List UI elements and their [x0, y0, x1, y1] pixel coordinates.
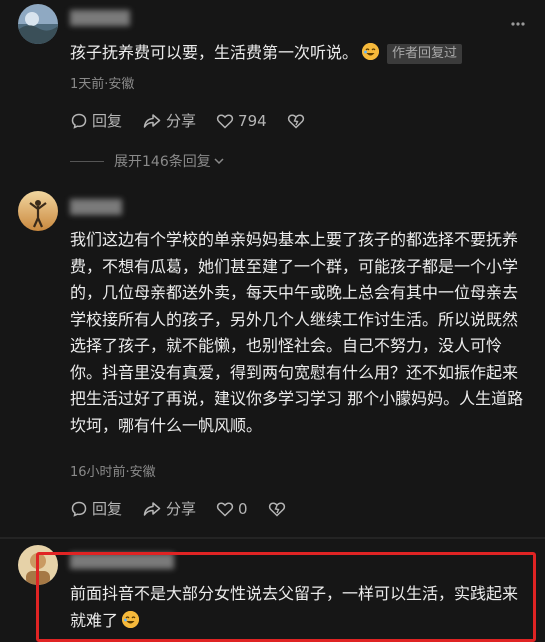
dislike-button[interactable] [268, 500, 290, 518]
comment-actions: 回复 分享 0 [70, 498, 310, 519]
comment-text-body: 孩子抚养费可以要，生活费第一次听说。 [70, 43, 359, 62]
divider-line [70, 160, 104, 162]
share-button[interactable]: 分享 [142, 110, 196, 131]
emoji-icon [122, 610, 140, 628]
reply-button[interactable]: 回复 [70, 498, 122, 519]
comment-meta: 16小时前·安徽 [70, 465, 156, 480]
more-icon[interactable] [511, 10, 525, 31]
username-blurred[interactable] [70, 199, 122, 215]
like-button[interactable]: 0 [216, 500, 248, 518]
share-button[interactable]: 分享 [142, 498, 196, 519]
comment-actions: 回复 分享 794 [70, 110, 329, 131]
dislike-icon [268, 501, 285, 517]
comment-text: 孩子抚养费可以要，生活费第一次听说。 作者回复过 [70, 40, 530, 67]
like-count: 0 [238, 499, 248, 518]
dislike-icon [287, 113, 304, 129]
reply-icon [71, 501, 87, 517]
expand-label: 展开146条回复 [114, 154, 211, 170]
reply-button[interactable]: 回复 [70, 110, 122, 131]
comment-meta: 1天前·安徽 [70, 77, 135, 92]
like-icon [216, 113, 234, 129]
comment-text: 我们这边有个学校的单亲妈妈基本上要了孩子的都选择不要抚养费，不想有瓜葛，她们甚至… [70, 230, 524, 435]
share-label: 分享 [166, 112, 197, 130]
share-label: 分享 [166, 500, 197, 518]
reply-label: 回复 [92, 500, 123, 518]
chevron-down-icon [214, 158, 224, 165]
like-button[interactable]: 794 [216, 112, 267, 130]
like-count: 794 [238, 111, 267, 130]
avatar[interactable] [18, 191, 58, 231]
username-blurred[interactable] [70, 10, 130, 26]
like-icon [216, 501, 234, 517]
reply-label: 回复 [92, 112, 123, 130]
section-divider [0, 537, 545, 539]
expand-replies-button[interactable]: 展开146条回复 [70, 151, 225, 171]
dislike-button[interactable] [287, 112, 309, 130]
comment-text: 前面抖音不是大部分女性说去父留子，一样可以生活，实践起来就难了 [70, 581, 520, 634]
share-icon [143, 501, 161, 516]
avatar[interactable] [18, 4, 58, 44]
author-replied-badge: 作者回复过 [387, 44, 463, 64]
reply-icon [71, 113, 87, 129]
share-icon [143, 113, 161, 128]
emoji-icon [362, 43, 380, 60]
